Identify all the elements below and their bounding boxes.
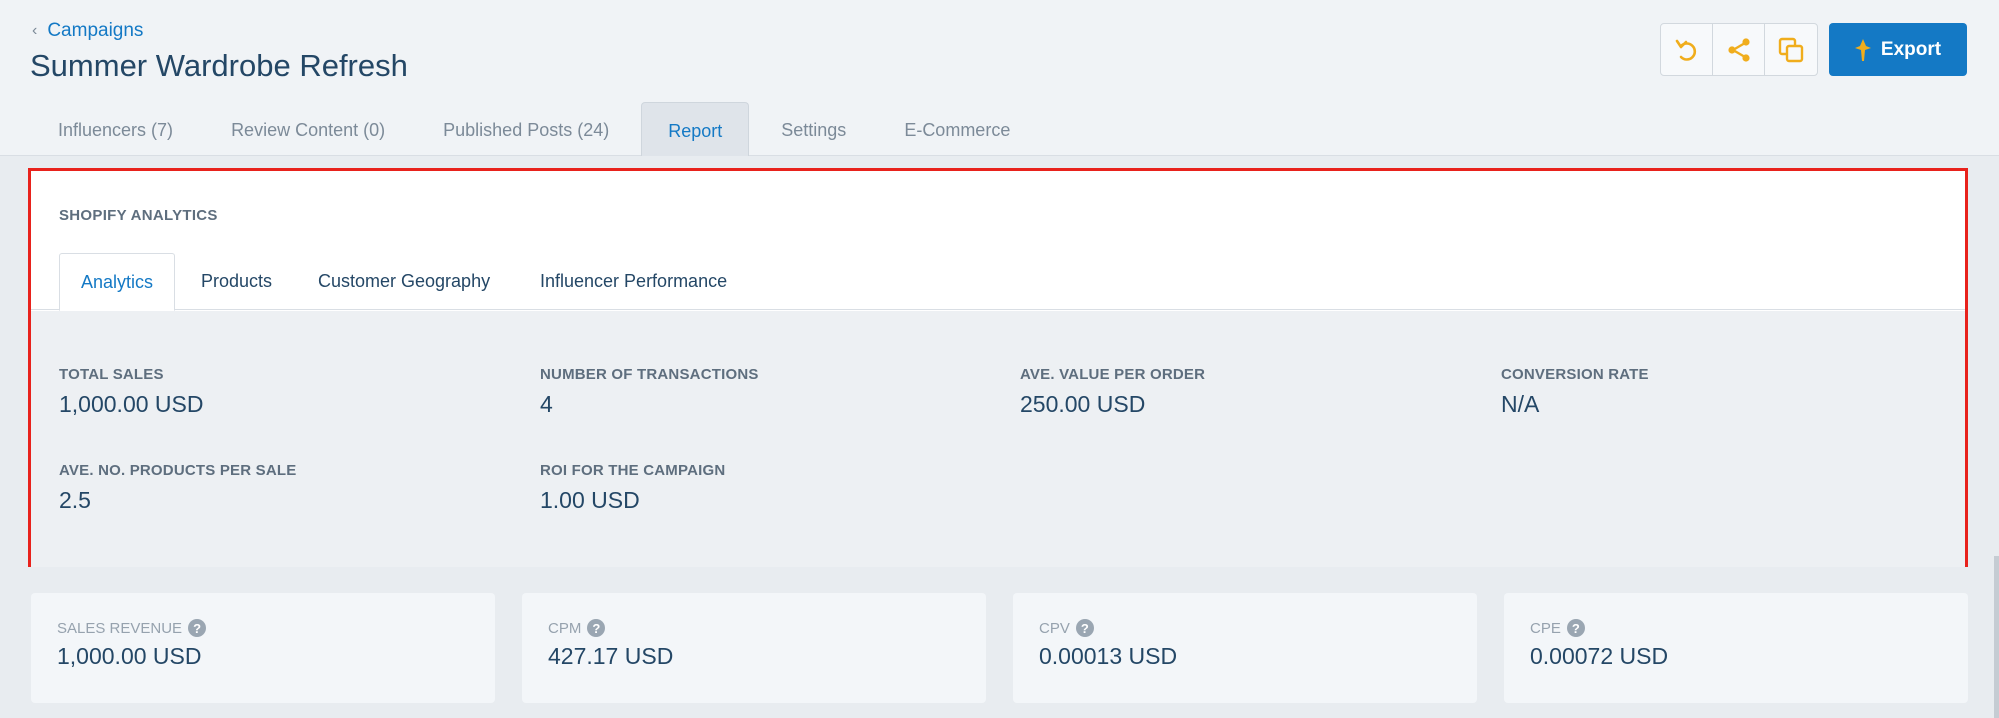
breadcrumb[interactable]: ‹ Campaigns <box>32 20 143 42</box>
undo-icon <box>1675 39 1696 61</box>
stat-label: AVE. VALUE PER ORDER <box>1020 366 1206 383</box>
tab-influencers[interactable]: Influencers (7) <box>32 102 199 156</box>
duplicate-button[interactable] <box>1765 24 1817 75</box>
page-title: Summer Wardrobe Refresh <box>30 48 408 83</box>
analytics-subtabs: Analytics Products Customer Geography In… <box>31 253 1965 311</box>
share-button[interactable] <box>1713 24 1765 75</box>
action-icon-group <box>1660 23 1818 76</box>
stat-roi-for-campaign: ROI FOR THE CAMPAIGN 1.00 USD <box>540 462 725 514</box>
card-label: CPM ? <box>548 619 606 637</box>
stat-value: 4 <box>540 391 553 417</box>
stats-area: TOTAL SALES 1,000.00 USD NUMBER OF TRANS… <box>31 311 1965 567</box>
question-icon[interactable]: ? <box>1566 619 1585 637</box>
card-label-text: CPM <box>548 619 582 637</box>
card-value: 427.17 USD <box>548 643 674 669</box>
stat-label: AVE. NO. PRODUCTS PER SALE <box>59 462 297 479</box>
subtab-products[interactable]: Products <box>201 253 272 310</box>
stat-label: CONVERSION RATE <box>1501 366 1649 383</box>
duplicate-icon <box>1778 37 1804 62</box>
stat-label: TOTAL SALES <box>59 366 164 383</box>
card-label: SALES REVENUE ? <box>57 619 207 637</box>
panel-title: SHOPIFY ANALYTICS <box>59 207 218 224</box>
share-icon <box>1727 37 1750 62</box>
question-icon[interactable]: ? <box>188 619 207 637</box>
tab-published-posts[interactable]: Published Posts (24) <box>417 102 635 156</box>
card-label: CPV ? <box>1039 619 1094 637</box>
question-icon[interactable]: ? <box>587 619 606 637</box>
stat-total-sales: TOTAL SALES 1,000.00 USD <box>59 366 203 418</box>
campaign-header: ‹ Campaigns Summer Wardrobe Refresh Expo… <box>0 0 1999 156</box>
card-value: 0.00013 USD <box>1039 643 1178 669</box>
pin-icon <box>1854 38 1871 61</box>
card-value: 0.00072 USD <box>1530 643 1669 669</box>
card-cpm: CPM ? 427.17 USD <box>522 593 986 703</box>
question-icon[interactable]: ? <box>1075 619 1094 637</box>
card-value: 1,000.00 USD <box>57 643 202 669</box>
tab-review-content[interactable]: Review Content (0) <box>205 102 411 156</box>
export-button[interactable]: Export <box>1829 23 1967 76</box>
stat-value: 2.5 <box>59 487 91 513</box>
tab-e-commerce[interactable]: E-Commerce <box>878 102 1036 156</box>
card-label-text: CPV <box>1039 619 1070 637</box>
card-label-text: CPE <box>1530 619 1561 637</box>
chevron-left-icon: ‹ <box>32 22 38 39</box>
stat-conversion-rate: CONVERSION RATE N/A <box>1501 366 1649 418</box>
tab-settings[interactable]: Settings <box>755 102 872 156</box>
tab-report[interactable]: Report <box>641 102 750 156</box>
stat-ave-value-per-order: AVE. VALUE PER ORDER 250.00 USD <box>1020 366 1205 418</box>
scrollbar[interactable] <box>1994 556 1999 718</box>
card-label-text: SALES REVENUE <box>57 619 183 637</box>
card-cpv: CPV ? 0.00013 USD <box>1013 593 1477 703</box>
stat-label: NUMBER OF TRANSACTIONS <box>540 366 759 383</box>
campaign-tabs: Influencers (7) Review Content (0) Publi… <box>32 102 1042 156</box>
subtab-customer-geography[interactable]: Customer Geography <box>318 253 490 310</box>
stat-value: 1.00 USD <box>540 487 640 513</box>
card-sales-revenue: SALES REVENUE ? 1,000.00 USD <box>31 593 495 703</box>
breadcrumb-campaigns-link[interactable]: Campaigns <box>47 20 143 42</box>
stat-label: ROI FOR THE CAMPAIGN <box>540 462 726 479</box>
stat-value: 250.00 USD <box>1020 391 1146 417</box>
card-cpe: CPE ? 0.00072 USD <box>1504 593 1968 703</box>
export-label: Export <box>1880 38 1942 60</box>
stat-value: 1,000.00 USD <box>59 391 204 417</box>
undo-button[interactable] <box>1661 24 1713 75</box>
shopify-analytics-panel: SHOPIFY ANALYTICS Analytics Products Cus… <box>28 168 1968 567</box>
subtab-analytics[interactable]: Analytics <box>59 253 176 311</box>
stat-value: N/A <box>1501 391 1540 417</box>
stat-ave-products-per-sale: AVE. NO. PRODUCTS PER SALE 2.5 <box>59 462 296 514</box>
card-label: CPE ? <box>1530 619 1585 637</box>
subtab-influencer-performance[interactable]: Influencer Performance <box>540 253 727 310</box>
stat-number-of-transactions: NUMBER OF TRANSACTIONS 4 <box>540 366 759 418</box>
